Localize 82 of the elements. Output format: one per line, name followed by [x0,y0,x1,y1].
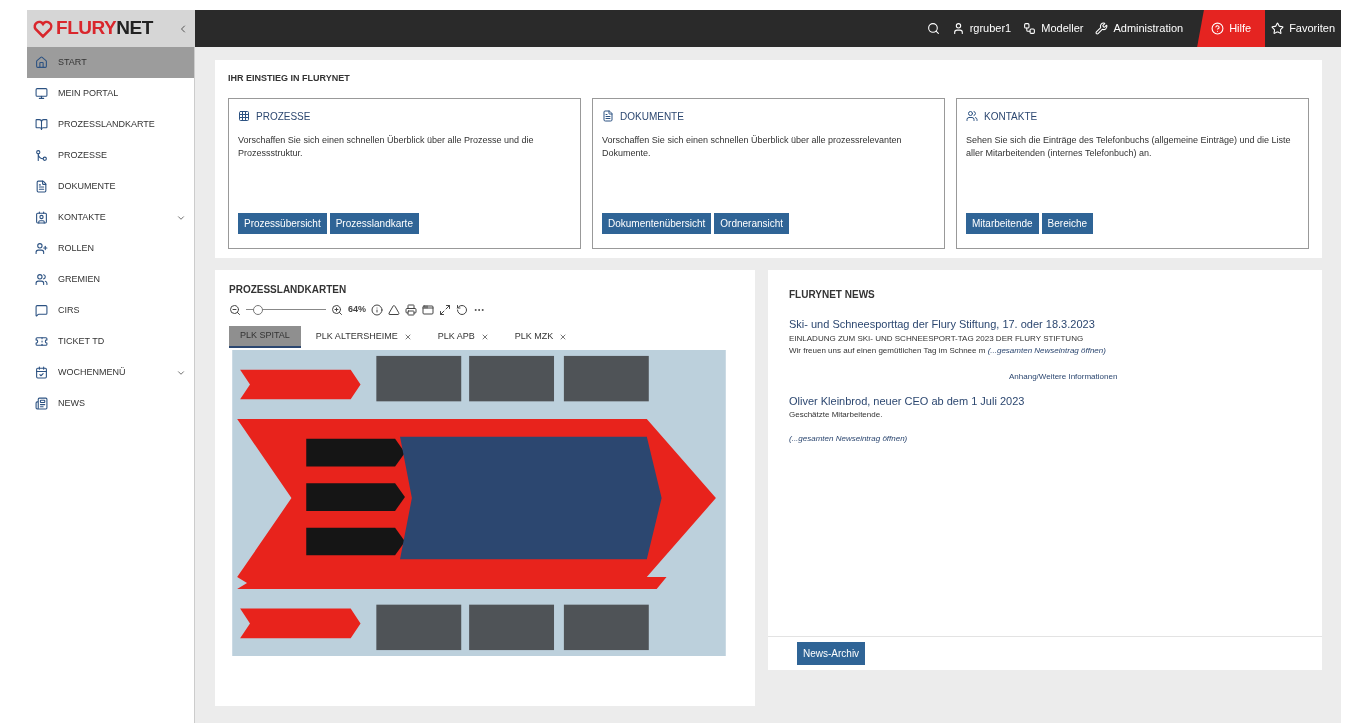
close-icon[interactable] [559,332,568,341]
help-icon [1211,22,1225,35]
attachment-link[interactable]: Anhang/Weitere Informationen [1009,370,1118,383]
people-icon [966,110,978,122]
news-text: Geschätzte Mitarbeitende. [789,409,884,421]
panel-title: FLURYNET NEWS [789,288,876,302]
sidebar-item[interactable]: TICKET TD [27,326,194,357]
sidebar-item[interactable]: START [27,47,194,78]
document-icon [602,110,614,122]
sidebar-item[interactable]: MEIN PORTAL [27,78,194,109]
menu-item-icon [35,87,48,100]
menu-item-icon [35,304,48,317]
info-icon[interactable] [371,303,383,316]
undo-icon[interactable] [456,303,468,316]
action-button[interactable]: Mitarbeitende [966,212,1039,234]
sidebar-item[interactable]: PROZESSE [27,140,194,171]
action-button[interactable]: Prozesslandkarte [329,212,419,234]
window-icon[interactable] [422,303,434,316]
news-headline: EINLADUNG ZUM SKI- UND SCHNEESPORT-TAG 2023 DER FLURY STIFTUNG [789,332,1085,345]
sidebar-item[interactable]: DOKUMENTE [27,171,194,202]
sidebar-item[interactable]: CIRS [27,295,194,326]
sidebar-item[interactable]: NEWS [27,388,194,419]
logo-text: FLURYNET [56,16,153,41]
archive-button[interactable]: News-Archiv [797,642,866,665]
panel-title: PROZESSLANDKARTEN [229,283,348,297]
zoom-in-icon[interactable] [331,303,343,316]
card-title: KONTAKTE [984,109,1038,124]
news-link[interactable]: (...gesamten Newseintrag öffnen) [987,345,1106,355]
flow-icon [1023,22,1037,35]
triangle-icon[interactable] [388,303,400,316]
action-button[interactable]: Bereiche [1041,212,1094,234]
menu-item-icon [35,149,48,162]
sidebar-item[interactable]: WOCHENMENÜ [27,357,194,388]
menu-item-icon [35,366,48,379]
action-button[interactable]: Prozessübersicht [238,212,327,234]
grid-icon [238,110,250,122]
sidebar-item[interactable]: GREMIEN [27,264,194,295]
user-icon [951,22,965,35]
menu-item-icon [35,180,48,193]
sidebar-item[interactable]: KONTAKTE [27,202,194,233]
menu-item-icon [35,273,48,286]
card-text: Sehen Sie sich die Einträge des Telefonbuchs (allgemeine Einträge) und die Liste aller Mitarbeitenden (internes Telefonbuch) an. [966,133,1292,160]
print-icon[interactable] [405,303,417,316]
map-tab[interactable]: PLK SPITAL [229,325,301,348]
menu-item-icon [35,211,48,224]
zoom-slider[interactable] [246,304,326,315]
top-nav-link[interactable]: Hilfe [1197,10,1266,47]
search-icon [926,22,940,35]
card-title: PROZESSE [256,109,311,124]
slider-thumb[interactable] [253,304,263,315]
menu-item-icon [35,397,48,410]
news-title[interactable]: Oliver Kleinbrod, neuer CEO ab dem 1 Juli 2023 [789,392,1301,409]
top-nav-link[interactable]: Administration [1089,10,1190,47]
expand-icon[interactable] [439,303,451,316]
card-title: DOKUMENTE [620,109,684,124]
panel-title: IHR EINSTIEG IN FLURYNET [228,72,351,85]
top-nav-link[interactable]: Favoriten [1265,10,1341,47]
wrench-icon [1095,22,1109,35]
zoom-out-icon[interactable] [229,303,241,316]
card-text: Vorschaffen Sie sich einen schnellen Überblick über alle prozessrelevanten Dokumente. [602,133,903,160]
close-icon[interactable] [403,332,412,341]
close-icon[interactable] [480,332,489,341]
news-text: Wir freuen uns auf einen gemütlichen Tag im Schnee m (...gesamten Newseintrag öffnen) [789,344,1107,357]
top-nav-link[interactable]: rgruber1 [945,10,1018,47]
map-tab[interactable]: PLK ALTERSHEIME [304,325,423,348]
sidebar-item[interactable]: PROZESSLANDKARTE [27,109,194,140]
menu-item-icon [35,118,48,131]
map-tab[interactable]: PLK MZK [503,325,579,348]
news-title[interactable]: Ski- und Schneesporttag der Flury Stiftung, 17. oder 18.3.2023 [789,316,1301,333]
menu-item-icon [35,242,48,255]
card-text: Vorschaffen Sie sich einen schnellen Überblick über alle Prozesse und die Prozessstruktur. [238,133,535,160]
zoom-reading: 64% [348,303,366,316]
action-button[interactable]: Ordneransicht [714,212,790,234]
map-tab[interactable]: PLK APB [426,325,500,348]
menu-item-icon [35,335,48,348]
action-button[interactable]: Dokumentenübersicht [602,212,712,234]
top-nav-link[interactable]: Modeller [1017,10,1090,47]
star-icon [1271,22,1285,35]
heart-logo-icon [33,18,53,39]
menu-item-icon [35,56,48,69]
news-link[interactable]: (...gesamten Newseintrag öffnen) [789,433,1301,445]
sidebar-item[interactable]: ROLLEN [27,233,194,264]
